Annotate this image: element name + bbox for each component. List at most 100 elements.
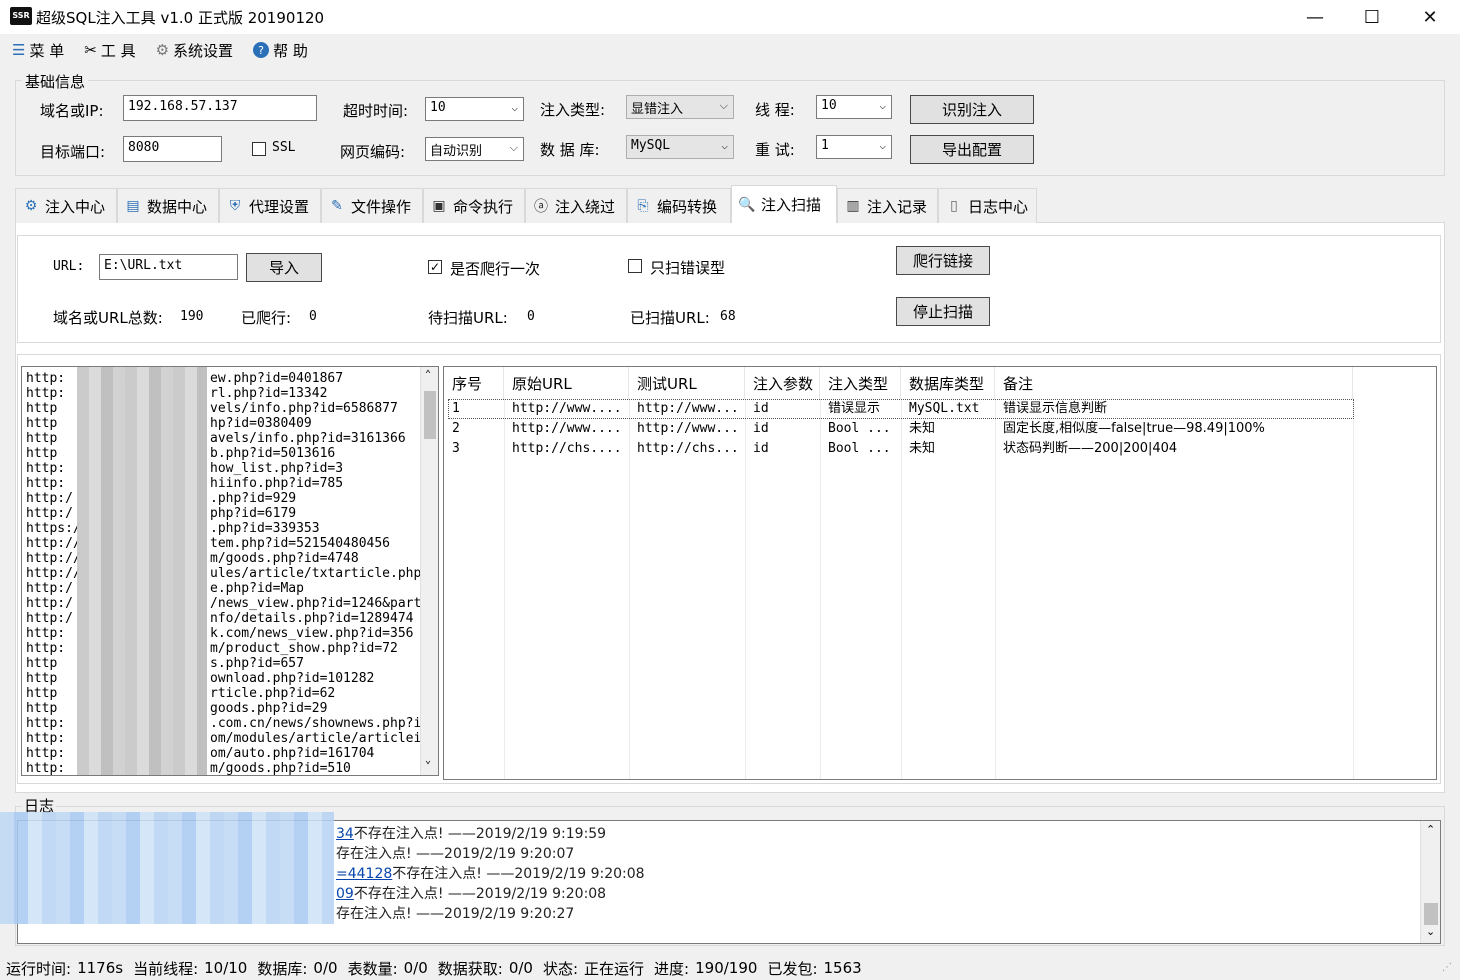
results-table[interactable]: 序号 原始URL 测试URL 注入参数 注入类型 数据库类型 备注 1 http:…	[443, 366, 1437, 780]
url-list-item-prefix: http:	[26, 716, 66, 731]
tables-label: 表数量:	[347, 959, 398, 978]
maximize-button[interactable]: ☐	[1343, 0, 1401, 34]
timeout-select[interactable]: 10 ⌵	[425, 97, 524, 121]
identify-injection-button[interactable]: 识别注入	[910, 95, 1034, 124]
url-list-item-prefix: http:	[26, 386, 66, 401]
url-list-item-suffix: .php?id=339353	[210, 521, 320, 536]
title-bar: SSR 超级SQL注入工具 v1.0 正式版 20190120 — ☐ ✕	[0, 0, 1460, 34]
url-list-item-suffix: tem.php?id=521540480456	[210, 536, 391, 551]
tab-command-exec[interactable]: ▣ 命令执行	[423, 188, 525, 224]
port-label: 目标端口:	[40, 143, 106, 161]
column-header[interactable]: 注入类型	[820, 367, 901, 399]
import-button[interactable]: 导入	[246, 253, 322, 282]
url-list-item-suffix: vels/info.php?id=6586877	[210, 401, 398, 416]
sent-packets-label: 已发包:	[767, 959, 818, 978]
table-cell: Bool ...	[828, 421, 891, 436]
url-list-item-suffix: .com.cn/news/shownews.php?id=1	[210, 716, 439, 731]
url-list-item-suffix: rticle.php?id=62	[210, 686, 336, 701]
stop-scan-button[interactable]: 停止扫描	[896, 297, 990, 326]
tab-injection-center[interactable]: ⚙ 注入中心	[15, 188, 117, 224]
log-scrollbar[interactable]: ⌃ ⌄	[1420, 821, 1440, 943]
list-icon: ☰	[12, 41, 26, 59]
encoding-label: 网页编码:	[340, 143, 406, 161]
url-list-scrollbar[interactable]: ⌃ ⌄	[420, 367, 438, 775]
chevron-down-icon: ⌵	[719, 99, 728, 112]
url-list-item-prefix: http:/	[26, 581, 73, 596]
thread-select[interactable]: 10 ⌵	[816, 95, 892, 119]
close-button[interactable]: ✕	[1401, 0, 1459, 34]
crawled-value: 0	[309, 309, 317, 324]
domain-input[interactable]: 192.168.57.137	[123, 95, 317, 121]
total-urls-label: 域名或URL总数:	[53, 309, 163, 327]
db-select[interactable]: MySQL ⌵	[626, 135, 734, 159]
resize-grip-icon[interactable]: ⋰	[1442, 962, 1452, 973]
runtime-value: 1176s	[77, 959, 124, 977]
url-list-item-suffix: avels/info.php?id=3161366	[210, 431, 406, 446]
url-list-item-suffix: ules/article/txtarticle.php	[210, 566, 422, 581]
thread-value: 10	[821, 98, 837, 113]
log-text: 存在注入点! ——2019/2/19 9:20:07	[336, 846, 575, 862]
url-file-input[interactable]: E:\URL.txt	[99, 254, 238, 280]
url-list-item-suffix: ownload.php?id=101282	[210, 671, 375, 686]
log-link[interactable]: 34	[336, 826, 354, 842]
port-input[interactable]: 8080	[123, 136, 222, 162]
scan-settings-panel	[17, 235, 1441, 343]
chevron-down-icon: ⌵	[509, 141, 518, 154]
url-list-item-prefix: http	[26, 416, 58, 431]
tab-log-center[interactable]: ▯ 日志中心	[938, 188, 1037, 224]
tab-injection-records[interactable]: ▥ 注入记录	[837, 188, 938, 224]
tab-encoding-convert[interactable]: ⎘ 编码转换	[627, 188, 731, 224]
menu-item-tools[interactable]: ✂ 工 具	[84, 40, 135, 61]
shield-icon: ⛨	[229, 198, 241, 214]
tab-file-operations[interactable]: ✎ 文件操作	[321, 188, 423, 224]
log-text: 不存在注入点! ——2019/2/19 9:20:08	[353, 886, 607, 902]
menu-item-help[interactable]: ? 帮 助	[253, 40, 308, 61]
scrollbar-thumb[interactable]	[424, 391, 436, 439]
retry-select[interactable]: 1 ⌵	[816, 135, 892, 159]
tab-injection-scan[interactable]: 🔍 注入扫描	[731, 185, 837, 224]
chevron-down-icon: ⌵	[879, 99, 886, 112]
tab-proxy-settings[interactable]: ⛨ 代理设置	[219, 188, 321, 224]
menu-item-label: 帮 助	[273, 41, 308, 60]
log-line: 34不存在注入点! ——2019/2/19 9:19:59	[336, 823, 606, 843]
state-value: 正在运行	[584, 959, 645, 978]
inject-type-select[interactable]: 显错注入 ⌵	[626, 95, 734, 119]
column-header[interactable]: 原始URL	[504, 367, 629, 399]
scroll-up-icon[interactable]: ⌃	[425, 369, 431, 380]
error-only-checkbox[interactable]	[628, 259, 642, 273]
ssl-checkbox[interactable]	[252, 142, 266, 156]
scroll-up-icon[interactable]: ⌃	[1426, 823, 1435, 836]
progress-label: 进度:	[654, 959, 690, 978]
menu-item-menu[interactable]: ☰ 菜 单	[12, 40, 64, 61]
domain-label: 域名或IP:	[40, 102, 104, 120]
tab-injection-bypass[interactable]: ⓐ 注入绕过	[525, 188, 627, 224]
scrollbar-thumb[interactable]	[1424, 903, 1438, 925]
crawl-once-checkbox[interactable]: ✓	[428, 260, 442, 274]
inject-type-label: 注入类型:	[540, 101, 606, 119]
column-header[interactable]: 测试URL	[629, 367, 745, 399]
log-link[interactable]: =44128	[336, 866, 392, 882]
column-header[interactable]: 数据库类型	[901, 367, 995, 399]
encoding-select[interactable]: 自动识别 ⌵	[425, 137, 524, 161]
log-link[interactable]: 09	[336, 886, 354, 902]
export-config-button[interactable]: 导出配置	[910, 135, 1034, 164]
url-list-item-prefix: http:	[26, 641, 66, 656]
column-header[interactable]: 注入参数	[745, 367, 820, 399]
scroll-down-icon[interactable]: ⌄	[425, 755, 431, 766]
url-list-item-prefix: http	[26, 656, 58, 671]
url-list-item-prefix: http:	[26, 746, 66, 761]
tab-data-center[interactable]: ▤ 数据中心	[117, 188, 219, 224]
table-cell: http://www....	[512, 421, 622, 436]
inject-type-value: 显错注入	[631, 102, 684, 117]
chevron-down-icon: ⌵	[721, 139, 728, 152]
column-header[interactable]: 序号	[444, 367, 504, 399]
url-list-item-prefix: http://	[26, 536, 81, 551]
url-list-item-suffix: m/product_show.php?id=72	[210, 641, 398, 656]
crawl-links-button[interactable]: 爬行链接	[896, 246, 990, 275]
menu-item-settings[interactable]: ⚙ 系统设置	[156, 40, 233, 61]
scroll-down-icon[interactable]: ⌄	[1426, 925, 1435, 938]
minimize-button[interactable]: —	[1286, 0, 1344, 34]
column-header[interactable]: 备注	[995, 367, 1353, 399]
tools-icon: ✂	[84, 41, 97, 59]
url-list[interactable]: http: ew.php?id=0401867 http: rl.php?id=133…	[21, 366, 439, 776]
